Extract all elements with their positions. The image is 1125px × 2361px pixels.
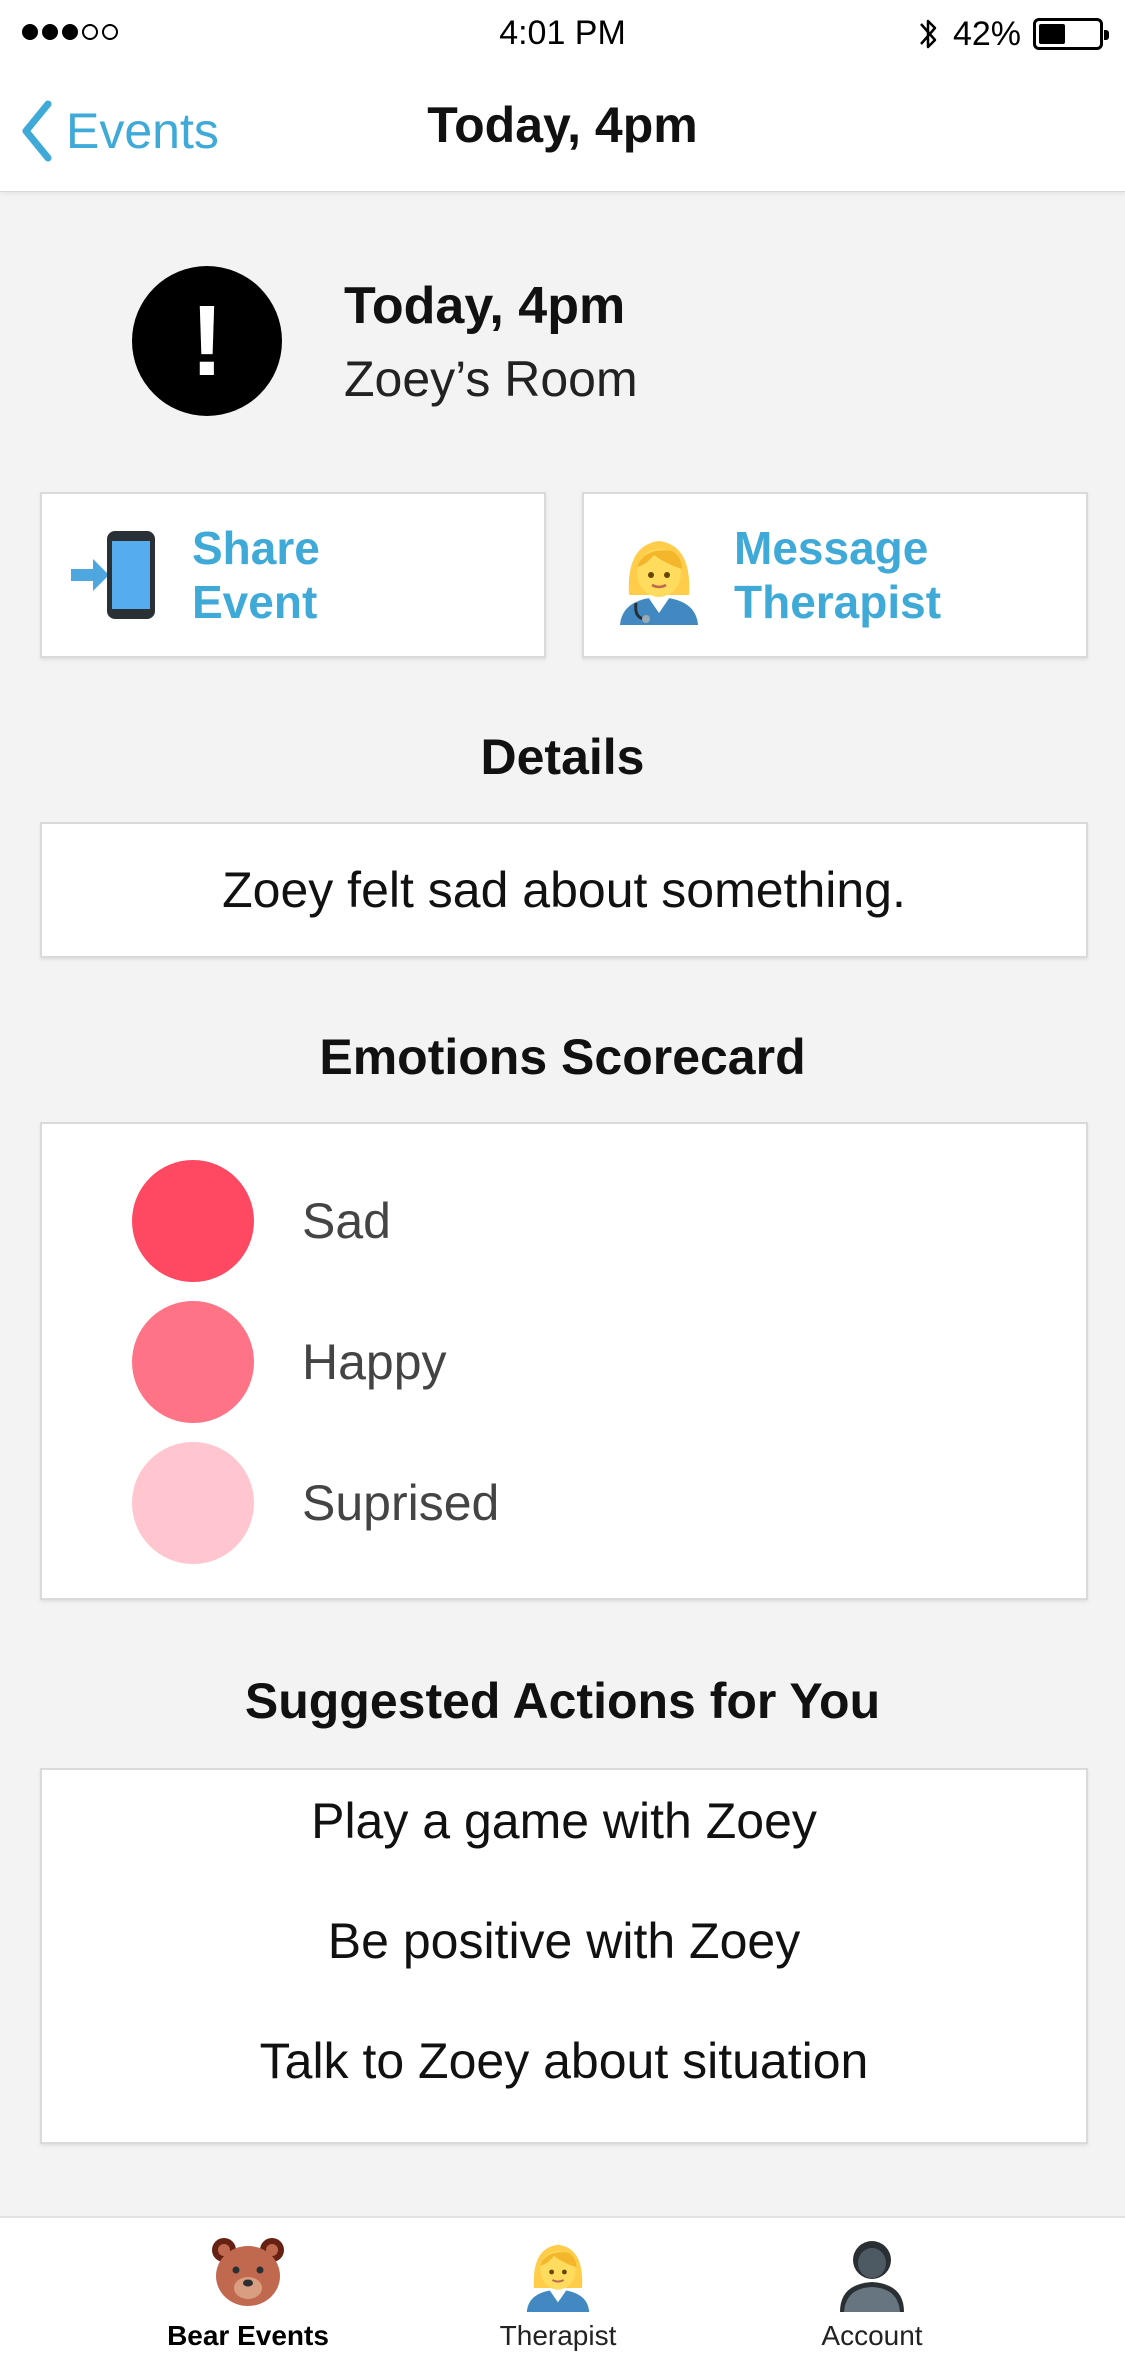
tab-bar: Bear Events Therapist Account — [0, 2216, 1125, 2361]
details-card: Zoey felt sad about something. — [40, 822, 1088, 958]
account-icon — [840, 2241, 904, 2312]
details-text: Zoey felt sad about something. — [222, 862, 906, 918]
bear-icon — [212, 2238, 284, 2306]
tab-bear-events[interactable]: Bear Events — [148, 2218, 348, 2361]
status-bar: 4:01 PM 42% — [0, 0, 1125, 70]
suggested-action-item[interactable]: Talk to Zoey about situation — [42, 2032, 1086, 2090]
event-location: Zoey’s Room — [344, 351, 638, 407]
emotion-row: Happy — [132, 1301, 447, 1423]
tab-label: Therapist — [499, 2320, 617, 2351]
suggested-actions-card: Play a game with Zoey Be positive with Z… — [40, 1768, 1088, 2144]
message-label-line1: Message — [734, 522, 929, 574]
therapist-icon — [526, 2244, 590, 2312]
event-time: Today, 4pm — [344, 277, 626, 335]
tab-label: Bear Events — [167, 2320, 329, 2351]
emotions-heading: Emotions Scorecard — [319, 1029, 806, 1085]
tab-therapist[interactable]: Therapist — [458, 2218, 658, 2361]
message-label-line2: Therapist — [734, 576, 942, 628]
emotions-scorecard: Sad Happy Suprised — [40, 1122, 1088, 1600]
emotion-indicator — [132, 1442, 254, 1564]
tab-account[interactable]: Account — [772, 2218, 972, 2361]
page-title: Today, 4pm — [427, 97, 698, 153]
emotion-row: Sad — [132, 1160, 391, 1282]
event-header: ! Today, 4pm Zoey’s Room — [132, 266, 1032, 416]
navigation-bar: Events Today, 4pm — [0, 70, 1125, 192]
suggested-actions-heading: Suggested Actions for You — [244, 1673, 881, 1729]
emotion-indicator — [132, 1160, 254, 1282]
share-label-line2: Event — [192, 576, 318, 628]
share-label-line1: Share — [192, 522, 320, 574]
therapist-icon — [620, 541, 698, 625]
message-therapist-button[interactable]: Message Therapist — [582, 492, 1088, 658]
bluetooth-icon — [919, 19, 937, 49]
tab-label: Account — [821, 2320, 923, 2351]
emotion-label: Happy — [302, 1334, 447, 1390]
suggested-action-item[interactable]: Be positive with Zoey — [42, 1912, 1086, 1970]
emotion-label: Sad — [302, 1193, 391, 1249]
emotion-label: Suprised — [302, 1475, 500, 1531]
battery-icon — [1033, 18, 1109, 50]
emotion-row: Suprised — [132, 1442, 499, 1564]
details-heading: Details — [480, 729, 645, 785]
phone-share-icon — [71, 531, 155, 619]
battery-percent: 42% — [952, 14, 1021, 53]
alert-icon: ! — [132, 266, 282, 416]
emotion-indicator — [132, 1301, 254, 1423]
suggested-action-item[interactable]: Play a game with Zoey — [42, 1792, 1086, 1850]
share-event-button[interactable]: Share Event — [40, 492, 546, 658]
